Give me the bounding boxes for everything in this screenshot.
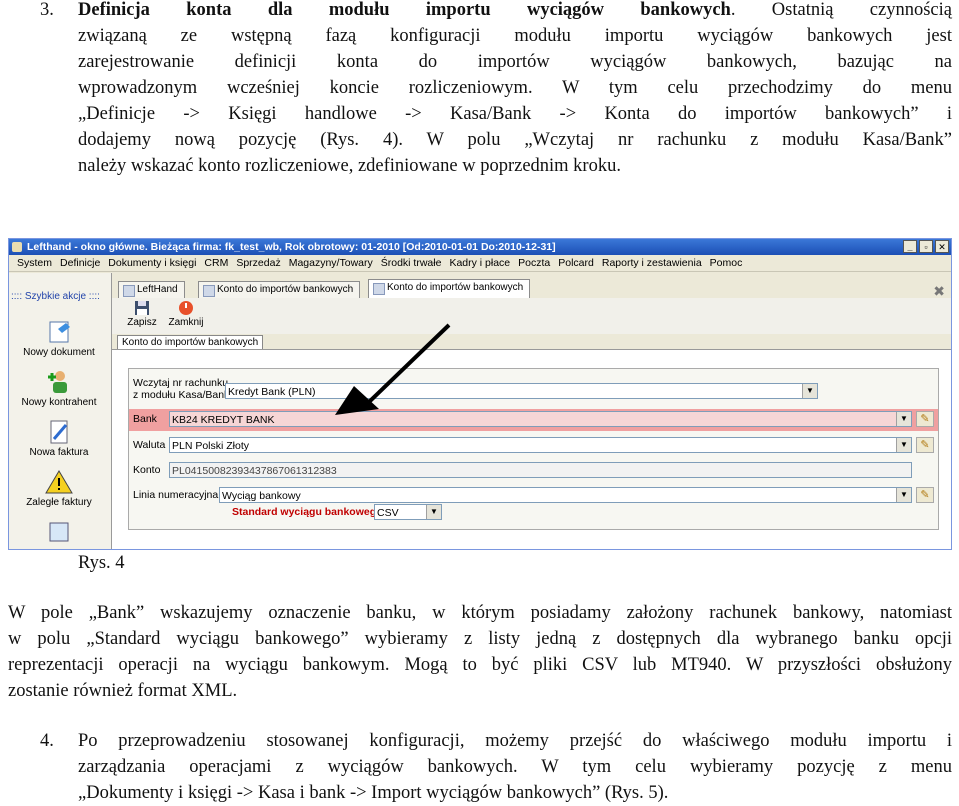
paragraph-line: W pole „Bank” wskazujemy oznaczenie bank… xyxy=(8,603,952,623)
paragraph-4: 4. Po przeprowadzeniu stosowanej konfigu… xyxy=(40,728,952,806)
list-number: 3. xyxy=(40,0,54,20)
paragraph-line: „Dokumenty i księgi -> Kasa i bank -> Im… xyxy=(78,783,669,803)
annotation-arrow xyxy=(335,323,451,415)
figure-caption: Rys. 4 xyxy=(78,553,125,573)
paragraph-line: należy wskazać konto rozliczeniowe, zdef… xyxy=(78,156,621,176)
paragraph-bank: W pole „Bank” wskazujemy oznaczenie bank… xyxy=(8,600,952,704)
paragraph-line: zostanie również format XML. xyxy=(8,681,238,701)
application-screenshot: Lefthand - okno główne. Bieżąca firma: f… xyxy=(8,238,952,550)
paragraph-line: Definicja konta dla modułu importu wycią… xyxy=(78,0,952,20)
paragraph-line: zarejestrowanie definicji konta do impor… xyxy=(78,52,952,72)
paragraph-line: wprowadzonym wcześniej koncie rozliczeni… xyxy=(78,78,952,98)
paragraph-3: 3. Definicja konta dla modułu importu wy… xyxy=(40,0,952,179)
paragraph-line: w polu „Standard wyciągu bankowego” wybi… xyxy=(8,629,952,649)
paragraph-line: dodajemy nową pozycję (Rys. 4). W polu „… xyxy=(78,130,952,150)
section-heading: Definicja konta dla modułu importu wycią… xyxy=(78,0,731,20)
paragraph-line: związaną ze wstępną fazą konfiguracji mo… xyxy=(78,26,952,46)
paragraph-line: Po przeprowadzeniu stosowanej konfigurac… xyxy=(78,731,952,751)
paragraph-line: „Definicje -> Księgi handlowe -> Kasa/Ba… xyxy=(78,104,952,124)
list-number: 4. xyxy=(40,731,54,751)
paragraph-line: reprezentacji operacji na wyciągu bankow… xyxy=(8,655,952,675)
paragraph-line: zarządzania operacjami z wyciągów bankow… xyxy=(78,757,952,777)
